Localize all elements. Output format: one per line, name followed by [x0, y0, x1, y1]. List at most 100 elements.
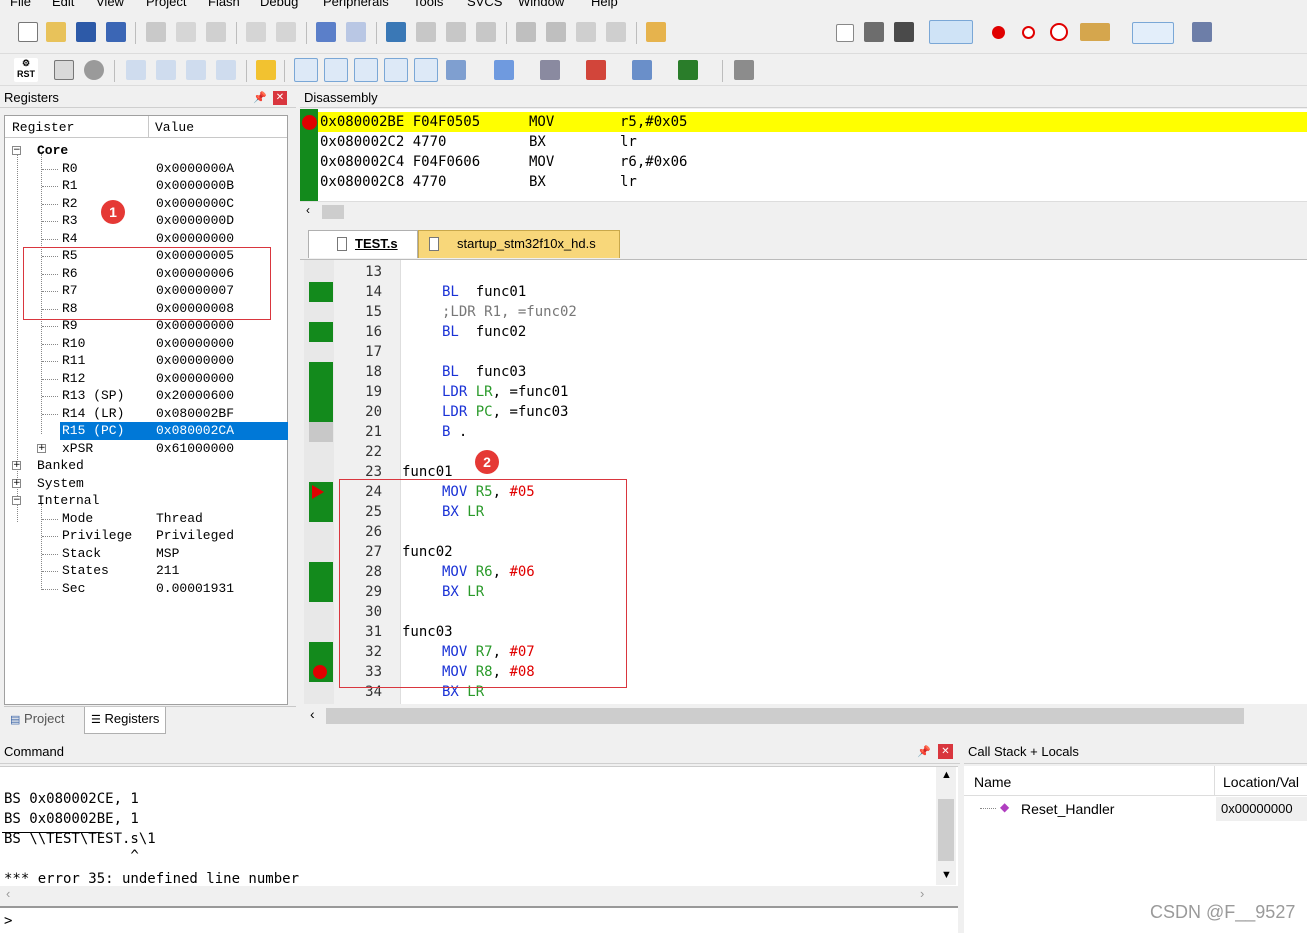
menu-svcs[interactable]: SVCS	[467, 0, 502, 9]
cut-icon[interactable]	[146, 22, 166, 42]
command-hscrollbar[interactable]: ‹ ›	[0, 886, 958, 904]
step-over-icon[interactable]	[156, 60, 176, 80]
comment-icon[interactable]	[576, 22, 596, 42]
next-bookmark-icon[interactable]	[446, 22, 466, 42]
scroll-thumb[interactable]	[322, 205, 344, 219]
tab-startup-file[interactable]: startup_stm32f10x_hd.s	[418, 230, 620, 258]
disassembly-window-icon[interactable]	[324, 58, 348, 82]
menu-view[interactable]: View	[96, 0, 124, 9]
register-row[interactable]: R10 0x00000000	[5, 335, 287, 353]
undo-icon[interactable]	[246, 22, 266, 42]
scroll-thumb[interactable]	[326, 708, 1244, 724]
column-name[interactable]: Name	[974, 774, 1011, 790]
register-row[interactable]: R15 (PC) 0x080002CA	[60, 422, 288, 440]
window-layout-icon[interactable]	[1132, 22, 1174, 44]
show-next-statement-icon[interactable]	[256, 60, 276, 80]
internal-row[interactable]: Sec 0.00001931	[5, 580, 287, 598]
paste-icon[interactable]	[206, 22, 226, 42]
column-location[interactable]: Location/Val	[1223, 774, 1299, 790]
code-line[interactable]: 19 LDR LR, =func01	[304, 382, 1004, 402]
pin-icon[interactable]: 📌	[917, 740, 931, 764]
save-icon[interactable]	[76, 22, 96, 42]
register-row[interactable]: R1 0x0000000B	[5, 177, 287, 195]
find-in-files-icon[interactable]	[646, 22, 666, 42]
register-value[interactable]: 0x0000000B	[156, 177, 234, 195]
system-viewer-icon[interactable]	[678, 60, 698, 80]
disassembly-hscrollbar[interactable]: ‹	[300, 201, 1307, 221]
column-value[interactable]: Value	[155, 120, 194, 135]
close-icon[interactable]: ✕	[273, 91, 287, 105]
column-register[interactable]: Register	[12, 120, 74, 135]
pin-icon[interactable]: 📌	[253, 88, 267, 108]
internal-row[interactable]: States 211	[5, 562, 287, 580]
save-all-icon[interactable]	[106, 22, 126, 42]
debug-session-icon[interactable]	[929, 20, 973, 44]
register-group-banked[interactable]: + Banked	[5, 457, 287, 475]
configure-icon[interactable]	[1192, 22, 1212, 42]
menu-project[interactable]: Project	[146, 0, 186, 9]
menu-help[interactable]: Help	[591, 0, 618, 9]
step-in-icon[interactable]	[126, 60, 146, 80]
register-value[interactable]: 0x0000000C	[156, 195, 234, 213]
disassembly-line[interactable]: 0x080002C8 4770 BX lr	[320, 172, 637, 192]
internal-row[interactable]: Stack MSP	[5, 545, 287, 563]
scroll-left-icon[interactable]: ‹	[6, 886, 10, 901]
register-value[interactable]: 0x61000000	[156, 440, 234, 458]
menu-flash[interactable]: Flash	[208, 0, 240, 9]
command-input[interactable]: >	[0, 906, 958, 933]
nav-forward-icon[interactable]	[346, 22, 366, 42]
editor-hscrollbar[interactable]: ‹	[304, 704, 1307, 736]
tab-test-s[interactable]: TEST.s	[308, 230, 418, 258]
disable-all-breakpoints-icon[interactable]	[1050, 23, 1068, 41]
menu-edit[interactable]: Edit	[52, 0, 74, 9]
clear-bookmarks-icon[interactable]	[476, 22, 496, 42]
open-folder-icon[interactable]	[46, 22, 66, 42]
register-value[interactable]: 0x00000000	[156, 335, 234, 353]
call-stack-row[interactable]: ◆ Reset_Handler 0x00000000	[964, 797, 1307, 821]
code-line[interactable]: 18 BL func03	[304, 362, 1004, 382]
code-line[interactable]: 17	[304, 342, 1004, 362]
tab-registers[interactable]: ☰ Registers	[84, 707, 167, 734]
command-vscrollbar[interactable]: ▲ ▼	[936, 767, 956, 885]
step-out-icon[interactable]	[186, 60, 206, 80]
code-line[interactable]: 21 B .	[304, 422, 1004, 442]
code-line[interactable]: 22	[304, 442, 1004, 462]
bookmark-icon[interactable]	[386, 22, 406, 42]
uncomment-icon[interactable]	[606, 22, 626, 42]
command-output[interactable]: BS 0x080002CE, 1 BS 0x080002BE, 1 BS \\TES…	[0, 766, 958, 887]
code-line[interactable]: 20 LDR PC, =func03	[304, 402, 1004, 422]
breakpoint-marker-icon[interactable]	[302, 115, 317, 130]
indent-icon[interactable]	[516, 22, 536, 42]
insert-breakpoint-icon[interactable]	[992, 26, 1005, 39]
code-line[interactable]: 15 ;LDR R1, =func02	[304, 302, 1004, 322]
scroll-left-icon[interactable]: ‹	[310, 706, 315, 722]
menu-peripherals[interactable]: Peripherals	[323, 0, 389, 9]
menu-file[interactable]: File	[10, 0, 31, 9]
register-row[interactable]: R11 0x00000000	[5, 352, 287, 370]
register-value[interactable]: 0x080002BF	[156, 405, 234, 423]
target-select-icon[interactable]	[836, 24, 854, 42]
expand-icon[interactable]: +	[12, 478, 21, 488]
symbols-window-icon[interactable]	[354, 58, 378, 82]
register-value[interactable]: 0x080002CA	[156, 422, 234, 440]
run-to-cursor-icon[interactable]	[216, 60, 236, 80]
scroll-down-icon[interactable]: ▼	[941, 869, 952, 881]
menu-tools[interactable]: Tools	[413, 0, 443, 9]
watch-window-icon[interactable]	[446, 60, 466, 80]
expand-icon[interactable]: +	[37, 443, 46, 453]
disassembly-line[interactable]: 0x080002C4 F04F0606 MOV r6,#0x06	[320, 152, 687, 172]
toolbox-icon[interactable]	[734, 60, 754, 80]
trace-window-icon[interactable]	[632, 60, 652, 80]
collapse-icon[interactable]: −	[12, 496, 21, 505]
run-icon[interactable]	[54, 60, 74, 80]
breakpoint-icon[interactable]	[313, 665, 327, 679]
reset-icon[interactable]: ⚙ RST	[14, 58, 38, 82]
unindent-icon[interactable]	[546, 22, 566, 42]
scroll-right-icon[interactable]: ›	[920, 886, 924, 901]
register-value[interactable]: 0x0000000A	[156, 160, 234, 178]
register-value[interactable]: 0x00000000	[156, 230, 234, 248]
register-row[interactable]: R13 (SP) 0x20000600	[5, 387, 287, 405]
register-group-internal[interactable]: − Internal	[5, 492, 287, 510]
prev-bookmark-icon[interactable]	[416, 22, 436, 42]
internal-row[interactable]: Mode Thread	[5, 510, 287, 528]
